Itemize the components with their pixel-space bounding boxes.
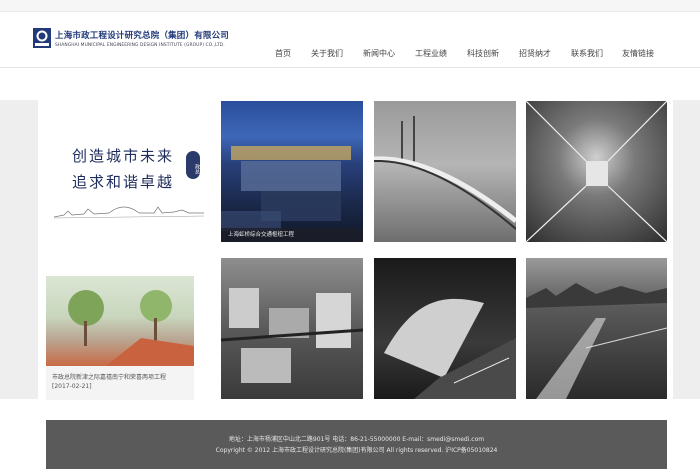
project-tile-bridge[interactable] [374,101,516,242]
footer-copyright: Copyright © 2012 上海市政工程设计研究总院(集团)有限公司 Al… [215,447,498,454]
logo-english-name: SHANGHAI MUNICIPAL ENGINEERING DESIGN IN… [55,42,225,48]
news-date: [2017-02-21] [52,383,92,390]
hall-illustration [526,101,667,242]
hub-illustration [221,146,351,231]
slogan-line-2: 追求和谐卓越 [72,173,175,191]
project-tile-hongqiao[interactable]: 上海虹桥综合交通枢纽工程 [221,101,363,242]
site-logo[interactable]: 上海市政工程设计研究总院（集团）有限公司 SHANGHAI MUNICIPAL … [33,28,229,48]
nav-item-about[interactable]: 关于我们 [311,48,343,59]
nav-item-links[interactable]: 友情链接 [622,48,654,59]
footer-address: 地址：上海市杨浦区中山北二路901号 电话：86-21-55000000 E-m… [228,436,485,443]
news-title[interactable]: 市政总院新津之际嘉禧南宁和荣喜两项工程 [52,373,192,382]
slogan-line-1: 创造城市未来 [72,147,175,165]
bridge-illustration [374,116,516,230]
logo-text: 上海市政工程设计研究总院（集团）有限公司 SHANGHAI MUNICIPAL … [55,29,229,48]
nav-item-projects[interactable]: 工程业绩 [415,48,447,59]
nav-item-innovation[interactable]: 科技创新 [467,48,499,59]
site-footer: 地址：上海市杨浦区中山北二路901号 电话：86-21-55000000 E-m… [46,420,667,469]
main-nav: 首页 关于我们 新闻中心 工程业绩 科技创新 招贤纳才 联系我们 友情链接 [0,48,700,62]
nav-item-news[interactable]: 新闻中心 [363,48,395,59]
project-tile-interior[interactable] [526,101,667,242]
news-card[interactable]: 市政总院新津之际嘉禧南宁和荣喜两项工程 [2017-02-21] [46,276,194,400]
project-tile-pavilion[interactable] [374,258,516,399]
logo-chinese-name: 上海市政工程设计研究总院（集团）有限公司 [55,30,230,41]
news-image [46,276,194,366]
aerial-city-illustration [221,288,363,383]
night-city-illustration [526,283,667,399]
slogan-seal: 政总 [186,151,200,179]
project-tile-night-city[interactable] [526,258,667,399]
top-band [0,0,700,12]
logo-emblem-icon [33,28,51,48]
page: 上海市政工程设计研究总院（集团）有限公司 SHANGHAI MUNICIPAL … [0,0,700,469]
park-illustration [68,290,194,366]
pavilion-illustration [384,298,516,399]
city-skyline-sketch [54,206,204,219]
nav-item-contact[interactable]: 联系我们 [571,48,603,59]
project-tile-aerial[interactable] [221,258,363,399]
nav-item-careers[interactable]: 招贤纳才 [519,48,551,59]
slogan-banner: 创造城市未来 追求和谐卓越 政总 [46,101,211,242]
tile-caption: 上海虹桥综合交通枢纽工程 [221,228,363,242]
nav-item-home[interactable]: 首页 [275,48,291,59]
news-text: 市政总院新津之际嘉禧南宁和荣喜两项工程 [2017-02-21] [52,373,192,391]
